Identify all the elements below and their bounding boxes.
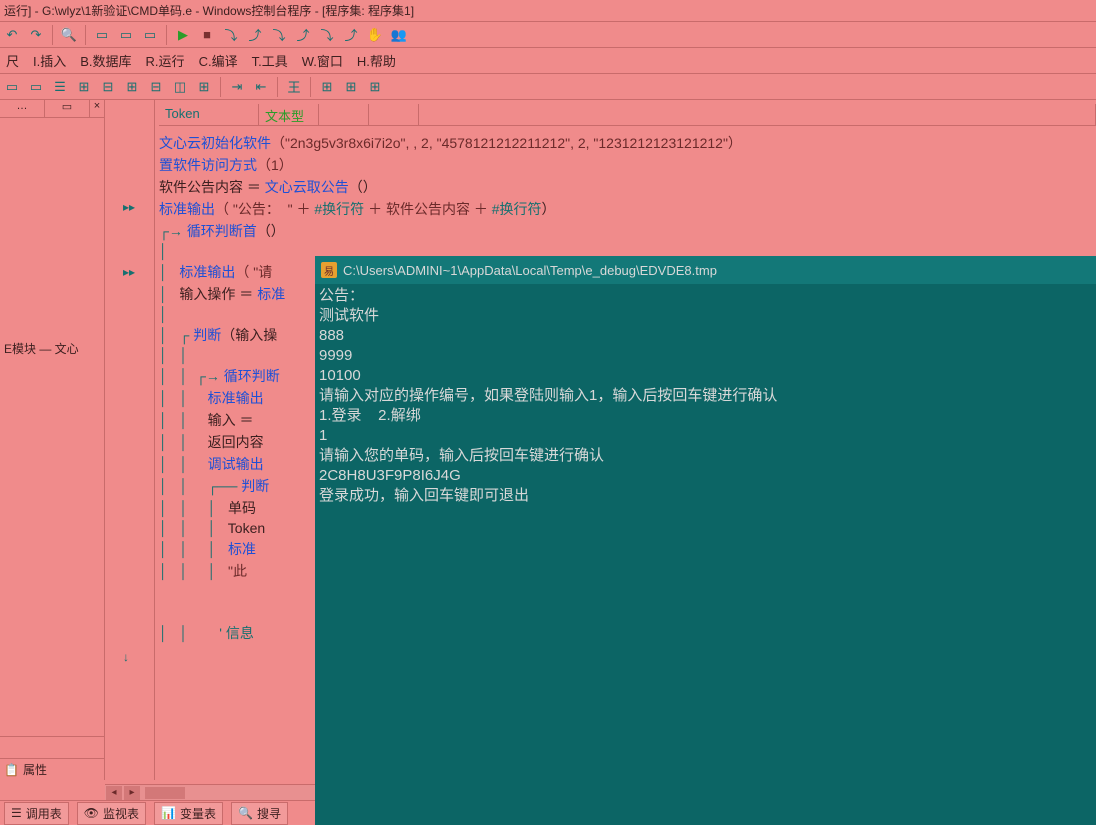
tb2-12-icon[interactable]: 王 bbox=[284, 77, 304, 97]
eye-icon: 👁 bbox=[84, 806, 99, 820]
code-line: 软件公告内容 ＝ 文心云取公告（） bbox=[155, 176, 1096, 198]
console-app-icon: 易 bbox=[321, 262, 337, 278]
code-line: 标准输出（ "公告： " ＋ #换行符 ＋ 软件公告内容 ＋ #换行符） bbox=[155, 198, 1096, 220]
layout3-icon[interactable]: ▭ bbox=[140, 25, 160, 45]
menu-help[interactable]: H.帮助 bbox=[357, 51, 396, 70]
people-icon[interactable]: 👥 bbox=[389, 25, 409, 45]
scroll-left-icon[interactable]: ◂ bbox=[106, 786, 122, 800]
menu-tools[interactable]: T.工具 bbox=[252, 51, 288, 70]
tb2-1-icon[interactable]: ▭ bbox=[2, 77, 22, 97]
var-icon: 📊 bbox=[161, 806, 176, 820]
menu-database[interactable]: B.数据库 bbox=[80, 51, 131, 70]
console-titlebar[interactable]: 易 C:\Users\ADMINI~1\AppData\Local\Temp\e… bbox=[315, 256, 1096, 284]
toolbar-secondary: ▭ ▭ ☰ ⊞ ⊟ ⊞ ⊟ ◫ ⊞ ⇥ ⇤ 王 ⊞ ⊞ ⊞ bbox=[0, 74, 1096, 100]
tb2-8-icon[interactable]: ◫ bbox=[170, 77, 190, 97]
side-tab-properties[interactable]: 📋 属性 bbox=[0, 758, 104, 780]
title-bar: 运行] - G:\wlyz\1新验证\CMD单码.e - Windows控制台程… bbox=[0, 0, 1096, 22]
code-line: 文心云初始化软件（"2n3g5v3r8x6i7i2o", , 2, "45781… bbox=[155, 132, 1096, 154]
tb2-14-icon[interactable]: ⊞ bbox=[341, 77, 361, 97]
scroll-right-icon[interactable]: ▸ bbox=[124, 786, 140, 800]
code-gutter: ▸▸ ▸▸ ↓ bbox=[105, 100, 155, 780]
step3-icon[interactable]: ⤵ bbox=[269, 25, 289, 45]
properties-label: 属性 bbox=[23, 761, 47, 778]
gutter-mark-1[interactable]: ▸▸ bbox=[123, 200, 135, 214]
step1-icon[interactable]: ⤵ bbox=[221, 25, 241, 45]
menu-run[interactable]: R.运行 bbox=[146, 51, 185, 70]
tb2-3-icon[interactable]: ☰ bbox=[50, 77, 70, 97]
bottom-calltable[interactable]: ☰调用表 bbox=[4, 802, 69, 825]
side-tab-blank[interactable] bbox=[0, 736, 104, 758]
properties-icon: 📋 bbox=[4, 763, 19, 777]
step4-icon[interactable]: ⤴ bbox=[293, 25, 313, 45]
menu-compile[interactable]: C.编译 bbox=[199, 51, 238, 70]
var-c4[interactable] bbox=[369, 104, 419, 125]
tb2-11-icon[interactable]: ⇤ bbox=[251, 77, 271, 97]
menu-insert[interactable]: I.插入 bbox=[33, 51, 66, 70]
undo-icon[interactable]: ↶ bbox=[2, 25, 22, 45]
gutter-mark-2[interactable]: ▸▸ bbox=[123, 265, 135, 279]
menu-r[interactable]: 尺 bbox=[6, 51, 19, 70]
step2-icon[interactable]: ⤴ bbox=[245, 25, 265, 45]
left-close-icon[interactable]: × bbox=[90, 100, 104, 117]
code-line: 置软件访问方式（1） bbox=[155, 154, 1096, 176]
layout1-icon[interactable]: ▭ bbox=[92, 25, 112, 45]
var-c5[interactable] bbox=[419, 104, 1096, 125]
step6-icon[interactable]: ⤴ bbox=[341, 25, 361, 45]
tb2-13-icon[interactable]: ⊞ bbox=[317, 77, 337, 97]
layout2-icon[interactable]: ▭ bbox=[116, 25, 136, 45]
toolbar-main: ↶ ↷ 🔍 ▭ ▭ ▭ ▶ ■ ⤵ ⤴ ⤵ ⤴ ⤵ ⤴ ✋ 👥 bbox=[0, 22, 1096, 48]
gutter-mark-3[interactable]: ↓ bbox=[123, 650, 129, 664]
bottom-watch[interactable]: 👁监视表 bbox=[77, 802, 146, 825]
console-title-text: C:\Users\ADMINI~1\AppData\Local\Temp\e_d… bbox=[343, 263, 717, 278]
bottom-vartable[interactable]: 📊变量表 bbox=[154, 802, 223, 825]
left-tab-2[interactable]: ▭ bbox=[45, 100, 90, 117]
tb2-2-icon[interactable]: ▭ bbox=[26, 77, 46, 97]
run-icon[interactable]: ▶ bbox=[173, 25, 193, 45]
search-icon: 🔍 bbox=[238, 806, 253, 820]
tb2-6-icon[interactable]: ⊞ bbox=[122, 77, 142, 97]
scroll-thumb[interactable] bbox=[145, 787, 185, 799]
var-c3[interactable] bbox=[319, 104, 369, 125]
tb2-5-icon[interactable]: ⊟ bbox=[98, 77, 118, 97]
menu-bar: 尺 I.插入 B.数据库 R.运行 C.编译 T.工具 W.窗口 H.帮助 bbox=[0, 48, 1096, 74]
console-window[interactable]: 易 C:\Users\ADMINI~1\AppData\Local\Temp\e… bbox=[315, 256, 1096, 825]
left-module-label[interactable]: E模块 — 文心 bbox=[4, 340, 79, 357]
find-icon[interactable]: 🔍 bbox=[59, 25, 79, 45]
tb2-10-icon[interactable]: ⇥ bbox=[227, 77, 247, 97]
tb2-9-icon[interactable]: ⊞ bbox=[194, 77, 214, 97]
table-icon: ☰ bbox=[11, 806, 22, 820]
menu-window[interactable]: W.窗口 bbox=[302, 51, 343, 70]
bottom-search[interactable]: 🔍搜寻 bbox=[231, 802, 288, 825]
tb2-15-icon[interactable]: ⊞ bbox=[365, 77, 385, 97]
stop-icon[interactable]: ■ bbox=[197, 25, 217, 45]
left-tab-1[interactable]: … bbox=[0, 100, 45, 117]
left-panel: … ▭ × E模块 — 文心 📋 属性 bbox=[0, 100, 105, 780]
hand-icon[interactable]: ✋ bbox=[365, 25, 385, 45]
left-tree[interactable] bbox=[0, 118, 104, 126]
var-name[interactable]: Token bbox=[159, 104, 259, 125]
var-grid-row: Token 文本型 bbox=[159, 104, 1096, 126]
var-type[interactable]: 文本型 bbox=[259, 104, 319, 125]
tb2-4-icon[interactable]: ⊞ bbox=[74, 77, 94, 97]
console-output: 公告： 测试软件 888 9999 10100 请输入对应的操作编号，如果登陆则… bbox=[315, 284, 1096, 508]
code-line: ┌→ 循环判断首（） bbox=[155, 220, 1096, 242]
step5-icon[interactable]: ⤵ bbox=[317, 25, 337, 45]
tb2-7-icon[interactable]: ⊟ bbox=[146, 77, 166, 97]
redo-icon[interactable]: ↷ bbox=[26, 25, 46, 45]
